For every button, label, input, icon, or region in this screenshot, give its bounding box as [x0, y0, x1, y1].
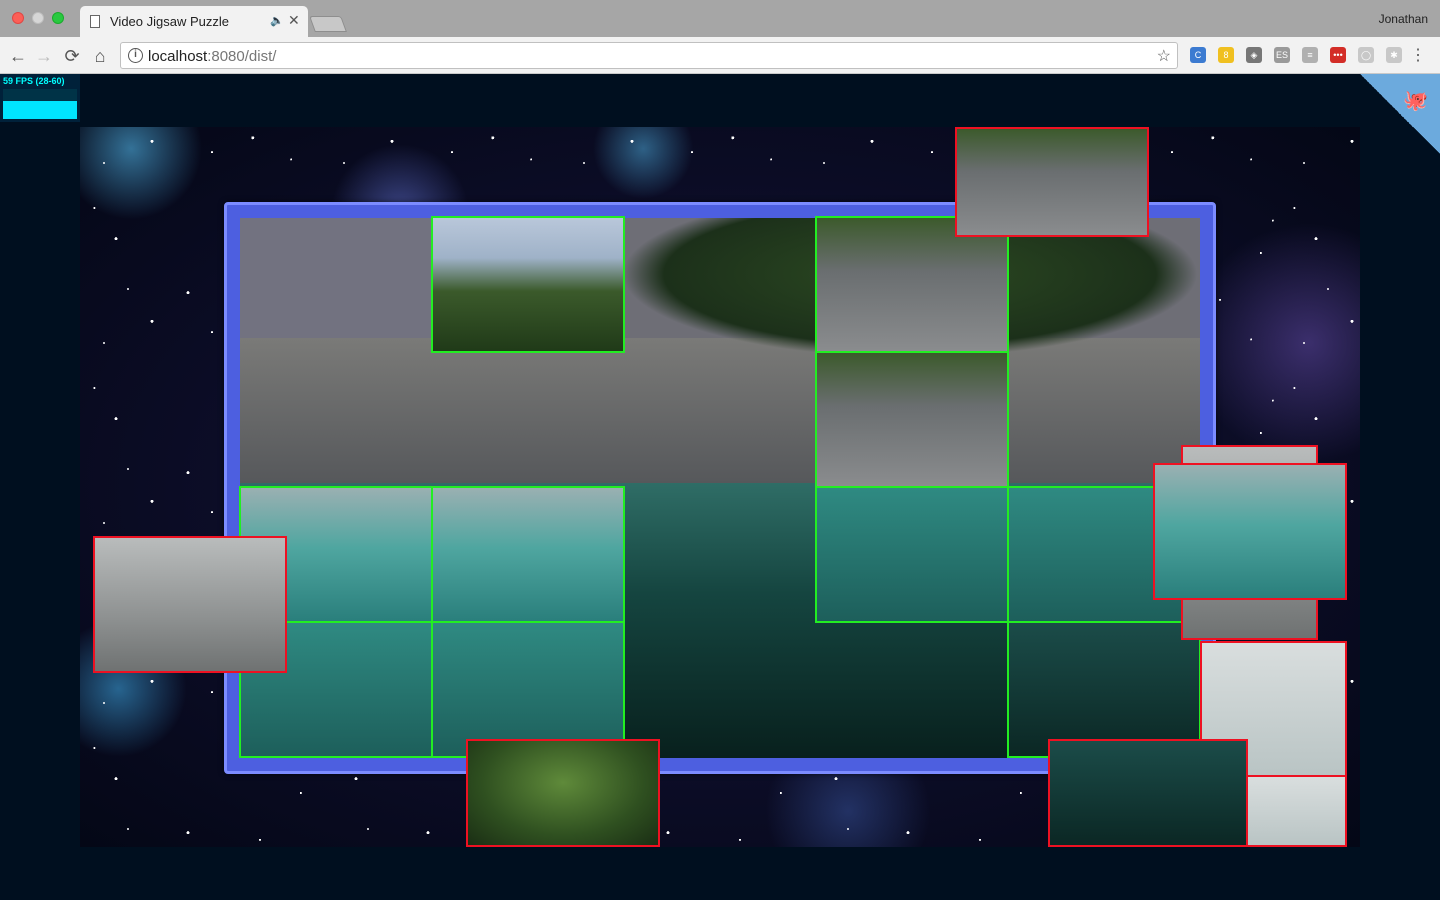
octocat-icon[interactable]: 🐙: [1403, 88, 1428, 113]
puzzle-piece-placed[interactable]: [815, 486, 1009, 623]
browser-tab-active[interactable]: Video Jigsaw Puzzle 🔈 ✕: [80, 6, 308, 37]
puzzle-canvas[interactable]: [80, 127, 1360, 847]
puzzle-piece-loose[interactable]: [1048, 739, 1248, 847]
new-tab-button[interactable]: [309, 16, 347, 32]
extension-es-icon[interactable]: ES: [1274, 47, 1290, 63]
home-icon[interactable]: ⌂: [90, 46, 110, 66]
menu-icon[interactable]: ⋮: [1410, 45, 1426, 65]
extension-gear-icon[interactable]: ✱: [1386, 47, 1402, 63]
browser-titlebar: Video Jigsaw Puzzle 🔈 ✕ Jonathan: [0, 0, 1440, 37]
forward-icon[interactable]: →: [34, 46, 54, 66]
lastpass-icon[interactable]: •••: [1330, 47, 1346, 63]
puzzle-piece-loose[interactable]: [1153, 463, 1347, 600]
reload-icon[interactable]: ⟳: [62, 46, 82, 66]
bookmark-star-icon[interactable]: ☆: [1157, 46, 1171, 66]
url-host: localhost: [148, 48, 208, 65]
puzzle-piece-placed[interactable]: [815, 351, 1009, 488]
puzzle-piece-placed[interactable]: [1007, 621, 1201, 758]
url-text: localhost:8080/dist/: [148, 48, 276, 65]
fps-graph: [3, 89, 77, 119]
puzzle-piece-loose[interactable]: [1246, 775, 1347, 847]
extension-2-icon[interactable]: 8: [1218, 47, 1234, 63]
info-icon[interactable]: i: [128, 48, 143, 63]
back-icon[interactable]: ←: [8, 46, 28, 66]
extension-circle-icon[interactable]: ◯: [1358, 47, 1374, 63]
extension-translate-icon[interactable]: ≡: [1302, 47, 1318, 63]
fps-graph-bar: [3, 101, 77, 119]
puzzle-piece-loose[interactable]: [466, 739, 660, 847]
github-corner[interactable]: 🐙: [1360, 74, 1440, 154]
address-bar[interactable]: i localhost:8080/dist/ ☆: [120, 42, 1178, 69]
tab-title: Video Jigsaw Puzzle: [110, 14, 229, 29]
shield-extension-icon[interactable]: ◈: [1246, 47, 1262, 63]
extension-1-icon[interactable]: C: [1190, 47, 1206, 63]
puzzle-piece-placed[interactable]: [431, 216, 625, 353]
close-tab-icon[interactable]: ✕: [288, 12, 300, 29]
speaker-icon[interactable]: 🔈: [270, 14, 284, 27]
page-content: 59 FPS (28-60) 🐙: [0, 74, 1440, 900]
board-video-sky: [240, 218, 440, 338]
fps-label: 59 FPS (28-60): [3, 76, 65, 86]
maximize-window-button[interactable]: [52, 12, 64, 24]
document-icon: [90, 15, 100, 28]
close-window-button[interactable]: [12, 12, 24, 24]
profile-name[interactable]: Jonathan: [1379, 12, 1428, 26]
puzzle-piece-placed[interactable]: [431, 621, 625, 758]
browser-toolbar: ← → ⟳ ⌂ i localhost:8080/dist/ ☆ C 8 ◈ ES ≡ •…: [0, 37, 1440, 74]
fps-meter: 59 FPS (28-60): [0, 74, 80, 122]
minimize-window-button[interactable]: [32, 12, 44, 24]
puzzle-piece-loose[interactable]: [93, 536, 287, 673]
board-video-cliff: [240, 338, 1200, 488]
puzzle-piece-placed[interactable]: [431, 486, 625, 623]
url-path: :8080/dist/: [207, 48, 277, 65]
puzzle-piece-loose[interactable]: [955, 127, 1149, 237]
